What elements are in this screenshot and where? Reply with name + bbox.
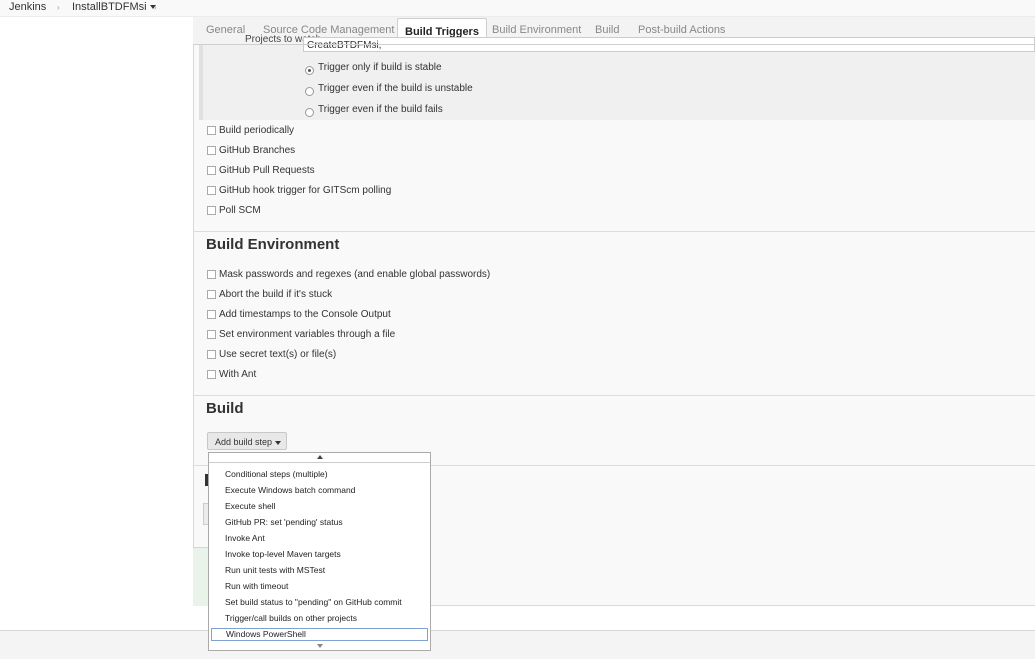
section-divider [193,231,1035,232]
tab-build-environment[interactable]: Build Environment [492,24,581,36]
checkbox-github-hook-trigger-label: GitHub hook trigger for GITScm polling [219,185,392,196]
checkbox-with-ant[interactable] [207,370,216,379]
checkbox-add-timestamps-label: Add timestamps to the Console Output [219,309,391,320]
menu-item-invoke-ant[interactable]: Invoke Ant [211,532,428,545]
radio-trigger-stable[interactable] [305,66,314,75]
checkbox-abort-stuck[interactable] [207,290,216,299]
radio-trigger-stable-label: Trigger only if build is stable [318,62,442,73]
checkbox-mask-passwords[interactable] [207,270,216,279]
checkbox-secret-text-label: Use secret text(s) or file(s) [219,349,337,360]
chevron-down-icon [275,441,281,445]
checkbox-abort-stuck-label: Abort the build if it's stuck [219,289,333,300]
breadcrumb-jenkins[interactable]: Jenkins [9,1,46,13]
build-title: Build [206,400,244,417]
menu-item-invoke-maven[interactable]: Invoke top-level Maven targets [211,548,428,561]
menu-item-windows-batch[interactable]: Execute Windows batch command [211,484,428,497]
checkbox-add-timestamps[interactable] [207,310,216,319]
add-build-step-menu: Conditional steps (multiple) Execute Win… [208,452,431,651]
radio-trigger-fails-label: Trigger even if the build fails [318,104,443,115]
checkbox-poll-scm[interactable] [207,206,216,215]
menu-item-conditional-steps[interactable]: Conditional steps (multiple) [211,468,428,481]
menu-item-trigger-builds[interactable]: Trigger/call builds on other projects [211,612,428,625]
menu-item-windows-powershell[interactable]: Windows PowerShell [211,628,428,641]
breadcrumb-separator-icon: › [154,3,157,12]
tab-build[interactable]: Build [595,24,619,36]
tab-general[interactable]: General [206,24,245,36]
scroll-up-icon[interactable] [209,453,430,463]
save-area-fragment [193,547,209,606]
checkbox-github-branches[interactable] [207,146,216,155]
add-build-step-label: Add build step [215,437,273,447]
add-build-step-button[interactable]: Add build step [207,432,287,450]
menu-item-mstest[interactable]: Run unit tests with MSTest [211,564,428,577]
menu-item-set-build-status[interactable]: Set build status to "pending" on GitHub … [211,596,428,609]
menu-item-execute-shell[interactable]: Execute shell [211,500,428,513]
checkbox-build-periodically[interactable] [207,126,216,135]
checkbox-env-vars-file-label: Set environment variables through a file [219,329,396,340]
breadcrumb-separator-icon: › [57,3,60,12]
checkbox-env-vars-file[interactable] [207,330,216,339]
checkbox-secret-text[interactable] [207,350,216,359]
checkbox-mask-passwords-label: Mask passwords and regexes (and enable g… [219,269,491,280]
build-environment-title: Build Environment [206,236,340,253]
checkbox-with-ant-label: With Ant [219,369,257,380]
checkbox-poll-scm-label: Poll SCM [219,205,261,216]
tab-divider [193,44,1035,45]
radio-trigger-unstable-label: Trigger even if the build is unstable [318,83,473,94]
checkbox-github-branches-label: GitHub Branches [219,145,296,156]
breadcrumb-job[interactable]: InstallBTDFMsi [72,1,156,13]
checkbox-build-periodically-label: Build periodically [219,125,295,136]
checkbox-github-hook-trigger[interactable] [207,186,216,195]
menu-item-run-with-timeout[interactable]: Run with timeout [211,580,428,593]
checkbox-github-pull-requests-label: GitHub Pull Requests [219,165,315,176]
scroll-down-icon[interactable] [209,643,430,650]
menu-item-github-pr-pending[interactable]: GitHub PR: set 'pending' status [211,516,428,529]
breadcrumb: Jenkins › InstallBTDFMsi › [0,0,1035,17]
radio-trigger-unstable[interactable] [305,87,314,96]
checkbox-github-pull-requests[interactable] [207,166,216,175]
breadcrumb-job-label: InstallBTDFMsi [72,1,147,13]
footer-bar [0,630,1035,659]
section-divider [193,395,1035,396]
tab-post-build-actions[interactable]: Post-build Actions [638,24,725,36]
radio-trigger-fails[interactable] [305,108,314,117]
